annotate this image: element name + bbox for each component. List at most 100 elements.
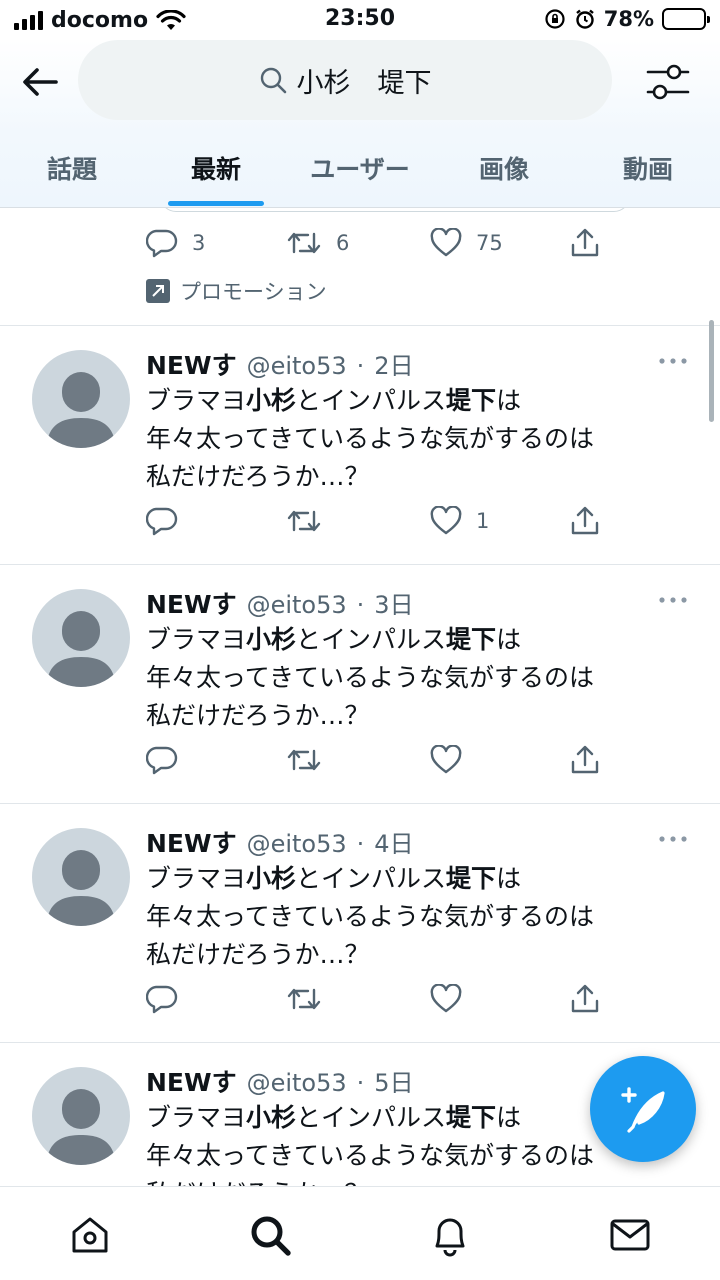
status-bar: docomo 23:50 78% [0, 0, 720, 40]
handle[interactable]: @eito53 [247, 1069, 347, 1097]
retweet-icon [287, 749, 321, 771]
share-icon [571, 745, 599, 774]
tweet-actions [146, 745, 616, 779]
retweet-button[interactable] [286, 984, 322, 1014]
tweet-header: NEWす @eito53 · 3日 [146, 585, 414, 621]
retweet-button[interactable] [286, 745, 322, 775]
compose-tweet-button[interactable] [590, 1056, 696, 1162]
default-avatar-icon [46, 850, 116, 926]
tweet-feed[interactable]: 3 6 75 プロモーション NEWす @eito53 · 2日 ブラマヨ小杉と… [0, 208, 720, 1186]
reply-icon [146, 507, 178, 536]
default-avatar-icon [46, 1089, 116, 1165]
tweet-actions: 1 [146, 506, 616, 540]
search-tabs: 話題 最新 ユーザー 画像 動画 [0, 136, 720, 208]
share-icon [571, 228, 599, 257]
more-options-button[interactable] [658, 350, 688, 369]
nav-home[interactable] [68, 1213, 112, 1257]
reply-icon [146, 985, 178, 1014]
heart-icon [430, 984, 462, 1013]
tweet[interactable]: NEWす @eito53 · 2日 ブラマヨ小杉とインパルス堤下は 年々太ってき… [0, 326, 720, 565]
default-avatar-icon [46, 611, 116, 687]
reply-icon [146, 746, 178, 775]
timestamp[interactable]: 5日 [374, 1063, 413, 1098]
tab-photos[interactable]: 画像 [432, 136, 576, 208]
nav-notifications[interactable] [428, 1213, 472, 1257]
tweet[interactable]: NEWす @eito53 · 3日 ブラマヨ小杉とインパルス堤下は 年々太ってき… [0, 565, 720, 804]
handle[interactable]: @eito53 [247, 830, 347, 858]
search-icon [251, 1216, 291, 1256]
share-button[interactable] [570, 745, 600, 775]
scrollbar[interactable] [709, 320, 714, 422]
tab-top[interactable]: 話題 [0, 136, 144, 208]
dot-separator: · [356, 830, 365, 858]
reply-button[interactable] [146, 984, 178, 1014]
nav-search[interactable] [248, 1213, 292, 1257]
handle[interactable]: @eito53 [247, 352, 347, 380]
share-icon [571, 506, 599, 535]
like-button[interactable]: 75 [430, 228, 503, 258]
compose-feather-icon [621, 1087, 665, 1133]
like-count: 75 [476, 231, 503, 255]
avatar[interactable] [32, 350, 130, 448]
like-button[interactable]: 1 [430, 506, 489, 536]
home-icon [72, 1217, 108, 1253]
more-options-button[interactable] [658, 828, 688, 847]
tweet-header: NEWす @eito53 · 5日 [146, 1063, 414, 1099]
tweet-header: NEWす @eito53 · 4日 [146, 824, 414, 860]
bell-icon [435, 1218, 465, 1257]
handle[interactable]: @eito53 [247, 591, 347, 619]
share-button[interactable] [570, 228, 600, 258]
search-input[interactable]: 小杉 堤下 [78, 40, 612, 120]
promoted-label: プロモーション [146, 276, 327, 306]
timestamp[interactable]: 2日 [374, 346, 413, 381]
avatar[interactable] [32, 589, 130, 687]
avatar[interactable] [32, 1067, 130, 1165]
ellipsis-icon [659, 836, 687, 842]
share-button[interactable] [570, 984, 600, 1014]
search-filter-button[interactable] [644, 60, 692, 104]
timestamp[interactable]: 4日 [374, 824, 413, 859]
mail-icon [610, 1219, 650, 1251]
display-name[interactable]: NEWす [146, 346, 237, 382]
tweet-text: ブラマヨ小杉とインパルス堤下は 年々太ってきているような気がするのは 私だけだろ… [146, 864, 595, 969]
timestamp[interactable]: 3日 [374, 585, 413, 620]
tab-latest[interactable]: 最新 [144, 136, 288, 208]
promoted-card-edge [160, 208, 630, 212]
share-button[interactable] [570, 506, 600, 536]
retweet-button[interactable]: 6 [286, 228, 349, 258]
battery-icon [662, 8, 710, 30]
display-name[interactable]: NEWす [146, 585, 237, 621]
promoted-tweet-actions: 3 6 75 [146, 228, 616, 262]
promoted-icon [146, 279, 170, 303]
ellipsis-icon [659, 358, 687, 364]
reply-button[interactable]: 3 [146, 228, 205, 258]
heart-icon [430, 228, 462, 257]
tab-videos[interactable]: 動画 [576, 136, 720, 208]
heart-icon [430, 745, 462, 774]
nav-messages[interactable] [608, 1213, 652, 1257]
retweet-button[interactable] [286, 506, 322, 536]
dot-separator: · [356, 352, 365, 380]
like-button[interactable] [430, 745, 476, 775]
more-options-button[interactable] [658, 589, 688, 608]
display-name[interactable]: NEWす [146, 1063, 237, 1099]
like-button[interactable] [430, 984, 476, 1014]
retweet-icon [287, 988, 321, 1010]
dot-separator: · [356, 591, 365, 619]
tweet-header: NEWす @eito53 · 2日 [146, 346, 414, 382]
avatar[interactable] [32, 828, 130, 926]
retweet-icon [287, 232, 321, 254]
retweet-count: 6 [336, 231, 350, 255]
reply-button[interactable] [146, 745, 178, 775]
dot-separator: · [356, 1069, 365, 1097]
like-count: 1 [476, 509, 490, 533]
back-button[interactable] [18, 60, 62, 104]
display-name[interactable]: NEWす [146, 824, 237, 860]
share-icon [571, 984, 599, 1013]
retweet-icon [287, 510, 321, 532]
tweet[interactable]: NEWす @eito53 · 4日 ブラマヨ小杉とインパルス堤下は 年々太ってき… [0, 804, 720, 1043]
reply-count: 3 [192, 231, 206, 255]
tab-people[interactable]: ユーザー [288, 136, 432, 208]
reply-button[interactable] [146, 506, 178, 536]
search-icon [260, 67, 286, 94]
